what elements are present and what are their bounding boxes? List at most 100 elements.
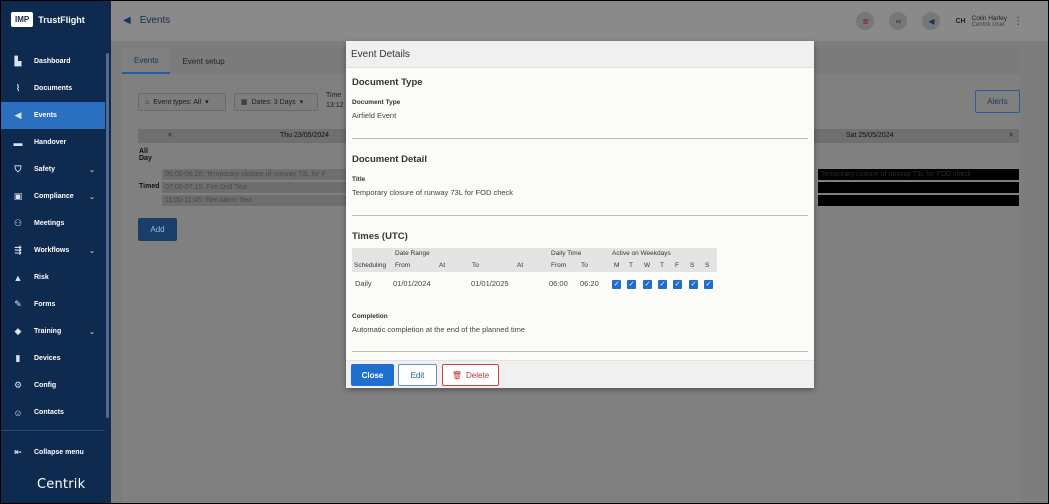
daily-time-header: Daily Time: [551, 250, 582, 257]
sidebar-item-events[interactable]: ◀ Events: [1, 102, 105, 129]
app-window: IMP TrustFlight ▙ Dashboard ⌇ Documents ◀ Eve…: [1, 1, 1048, 503]
sidebar-item-documents[interactable]: ⌇ Documents: [1, 75, 105, 102]
inbox-icon: ▬: [13, 137, 23, 148]
sidebar: IMP TrustFlight ▙ Dashboard ⌇ Documents ◀ Eve…: [1, 1, 111, 503]
weekday-checkbox[interactable]: ✓: [704, 280, 713, 289]
brand-logo: IMP: [11, 12, 34, 27]
calendar-prev-button[interactable]: <: [168, 132, 172, 139]
brand[interactable]: IMP TrustFlight: [11, 12, 85, 27]
calendar-event[interactable]: 11:00-11:45: Fire Alarm Test: [162, 195, 352, 206]
warning-icon: ▲: [13, 272, 23, 283]
table-row: Daily 01/01/2024 01/01/2025 06:00 06:20 …: [352, 272, 717, 294]
daily-from-header: From: [551, 262, 567, 269]
trash-icon: 🗑: [451, 370, 463, 380]
tabs: Events Event setup: [122, 48, 237, 74]
dates-filter[interactable]: ▦ Dates: 3 Days ▾: [234, 93, 318, 111]
times-table-group-header: Date Range Daily Time Active on Weekdays: [352, 248, 717, 260]
sidebar-item-contacts[interactable]: ☺ Contacts: [1, 399, 105, 426]
sidebar-item-workflows[interactable]: ⇶ Workflows ⌄: [1, 237, 105, 264]
collapse-menu-button[interactable]: ⇤ Collapse menu: [13, 447, 84, 457]
user-info[interactable]: Colin Harley Centrik User: [972, 15, 1007, 28]
announcement-icon[interactable]: ◀: [922, 12, 941, 30]
from-value: 01/01/2024: [393, 279, 431, 288]
section-divider: [352, 138, 808, 139]
calendar-event-block[interactable]: [818, 195, 1019, 206]
people-icon: ⚇: [13, 218, 23, 228]
section-divider: [352, 351, 808, 352]
times-heading: Times (UTC): [352, 231, 408, 242]
title-label: Title: [352, 176, 366, 183]
sidebar-item-training[interactable]: ◆ Training ⌄: [1, 318, 105, 345]
more-options-icon[interactable]: ⋮: [1013, 16, 1023, 27]
from-header: From: [395, 262, 411, 269]
document-type-value: Airfield Event: [352, 111, 397, 120]
daily-from-value: 06:00: [549, 279, 568, 288]
sidebar-item-forms[interactable]: ✎ Forms: [1, 291, 105, 318]
contacts-icon: ☺: [13, 407, 23, 418]
times-table: Date Range Daily Time Active on Weekdays…: [352, 248, 717, 294]
title-value: Temporary closure of runway 73L for FOD …: [352, 188, 514, 197]
calendar-next-button[interactable]: >: [1009, 132, 1013, 139]
completion-label: Completion: [352, 313, 388, 320]
brand-name: TrustFlight: [38, 14, 85, 25]
to-value: 01/01/2025: [471, 279, 509, 288]
calendar-event-block[interactable]: [818, 182, 1019, 193]
modal-body[interactable]: Document Type Document Type Airfield Eve…: [346, 68, 814, 360]
calendar-event[interactable]: 06:00-06:20: Temporary closure of runway…: [162, 169, 352, 180]
paperclip-icon: ⌇: [15, 83, 21, 93]
weekday-checkbox[interactable]: ✓: [627, 280, 636, 289]
tab-event-setup[interactable]: Event setup: [170, 48, 236, 74]
edit-button[interactable]: Edit: [398, 364, 437, 386]
weekday-checkbox[interactable]: ✓: [673, 280, 682, 289]
link-icon[interactable]: ∞: [889, 12, 908, 30]
scheduling-value: Daily: [355, 279, 372, 288]
weekday-checkbox[interactable]: ✓: [658, 280, 667, 289]
workflow-icon: ⇶: [14, 245, 22, 255]
sidebar-item-meetings[interactable]: ⚇ Meetings: [1, 210, 105, 237]
calendar-event[interactable]: 07:00-07:15: Fire Drill Test: [162, 182, 352, 193]
delete-button[interactable]: 🗑 Delete: [442, 364, 499, 386]
daily-to-value: 06:20: [580, 279, 599, 288]
sidebar-item-label: Handover: [34, 139, 67, 146]
add-button[interactable]: Add: [138, 218, 177, 241]
sidebar-item-dashboard[interactable]: ▙ Dashboard: [1, 48, 105, 75]
avatar[interactable]: CH: [955, 18, 965, 25]
megaphone-icon: ◀: [123, 15, 131, 26]
sidebar-divider: [1, 430, 105, 431]
sidebar-item-safety[interactable]: ⛉ Safety ⌄: [1, 156, 105, 183]
alerts-button[interactable]: Alerts: [975, 90, 1020, 113]
event-types-filter[interactable]: ⌂ Event types: All ▾: [138, 93, 226, 111]
all-day-label: All Day: [139, 148, 152, 162]
weekday-checkbox[interactable]: ✓: [689, 280, 698, 289]
clipboard-icon: ▣: [13, 191, 23, 201]
at-header-2: At: [517, 262, 524, 269]
sidebar-item-label: Devices: [34, 355, 61, 362]
close-button[interactable]: Close: [351, 364, 394, 386]
weekday-header: S: [705, 262, 710, 269]
sidebar-item-risk[interactable]: ▲ Risk: [1, 264, 105, 291]
sidebar-item-devices[interactable]: ▮ Devices: [1, 345, 105, 372]
sidebar-item-label: Documents: [34, 85, 73, 92]
weekday-checkbox[interactable]: ✓: [612, 280, 621, 289]
sidebar-item-handover[interactable]: ▬ Handover: [1, 129, 105, 156]
form-icon: ✎: [14, 299, 22, 309]
document-detail-heading: Document Detail: [352, 154, 427, 165]
sidebar-scrollbar[interactable]: [106, 53, 109, 418]
sidebar-item-config[interactable]: ⚙ Config: [1, 372, 105, 399]
chevron-down-icon: ⌄: [89, 193, 95, 201]
calendar-event[interactable]: Temporary closure of runway 73L for FOD …: [818, 169, 1019, 180]
chevron-down-icon: ⌄: [89, 247, 95, 255]
sidebar-item-label: Forms: [34, 301, 56, 308]
centrik-logo: Centrik: [37, 477, 86, 492]
calendar-day-sat: Sat 25/05/2024: [846, 132, 894, 139]
time-display: Time 13:12: [326, 91, 344, 111]
tab-events[interactable]: Events: [122, 48, 171, 74]
weekday-checkbox[interactable]: ✓: [643, 280, 652, 289]
sidebar-item-label: Workflows: [34, 247, 70, 254]
times-table-column-header: Scheduling From At To At From To M T W T…: [352, 260, 717, 272]
sidebar-item-compliance[interactable]: ▣ Compliance ⌄: [1, 183, 105, 210]
stack-icon[interactable]: ≣: [856, 12, 875, 30]
weekday-header: M: [614, 262, 620, 269]
completion-value: Automatic completion at the end of the p…: [352, 325, 526, 334]
daily-to-header: To: [581, 262, 588, 269]
